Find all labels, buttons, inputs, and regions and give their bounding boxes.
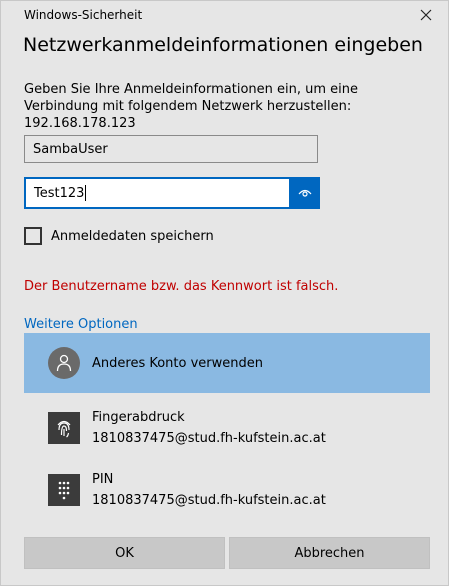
option-fingerprint[interactable]: Fingerabdruck 1810837475@stud.fh-kufstei… xyxy=(24,399,430,457)
option-other-account[interactable]: Anderes Konto verwenden xyxy=(24,333,430,393)
credential-dialog: Windows-Sicherheit Netzwerkanmeldeinform… xyxy=(0,0,449,586)
window-title: Windows-Sicherheit xyxy=(24,8,143,22)
more-options-link[interactable]: Weitere Optionen xyxy=(24,317,138,332)
option-subtitle: 1810837475@stud.fh-kufstein.ac.at xyxy=(92,431,326,446)
username-value: SambaUser xyxy=(33,141,108,157)
eye-icon xyxy=(298,189,311,197)
password-field[interactable]: Test123 xyxy=(24,177,291,209)
remember-checkbox[interactable] xyxy=(24,227,42,245)
username-field[interactable]: SambaUser xyxy=(24,135,318,163)
dialog-heading: Netzwerkanmeldeinformationen eingeben xyxy=(23,34,423,56)
option-title: PIN xyxy=(92,472,114,487)
option-title: Fingerabdruck xyxy=(92,410,185,425)
user-icon xyxy=(48,347,80,379)
pin-keypad-icon xyxy=(48,474,80,506)
option-pin[interactable]: PIN 1810837475@stud.fh-kufstein.ac.at xyxy=(24,461,430,519)
close-button[interactable] xyxy=(412,3,440,27)
text-caret xyxy=(85,185,87,201)
close-icon xyxy=(420,9,432,21)
cancel-button[interactable]: Abbrechen xyxy=(229,537,430,569)
dialog-description: Geben Sie Ihre Anmeldeinformationen ein,… xyxy=(24,82,359,131)
fingerprint-icon xyxy=(48,412,80,444)
remember-label[interactable]: Anmeldedaten speichern xyxy=(51,229,214,244)
ok-button[interactable]: OK xyxy=(24,537,225,569)
option-subtitle: 1810837475@stud.fh-kufstein.ac.at xyxy=(92,493,326,508)
option-title: Anderes Konto verwenden xyxy=(92,355,263,371)
reveal-password-button[interactable] xyxy=(289,177,320,209)
error-message: Der Benutzername bzw. das Kennwort ist f… xyxy=(24,279,339,294)
password-value: Test123 xyxy=(34,185,85,201)
